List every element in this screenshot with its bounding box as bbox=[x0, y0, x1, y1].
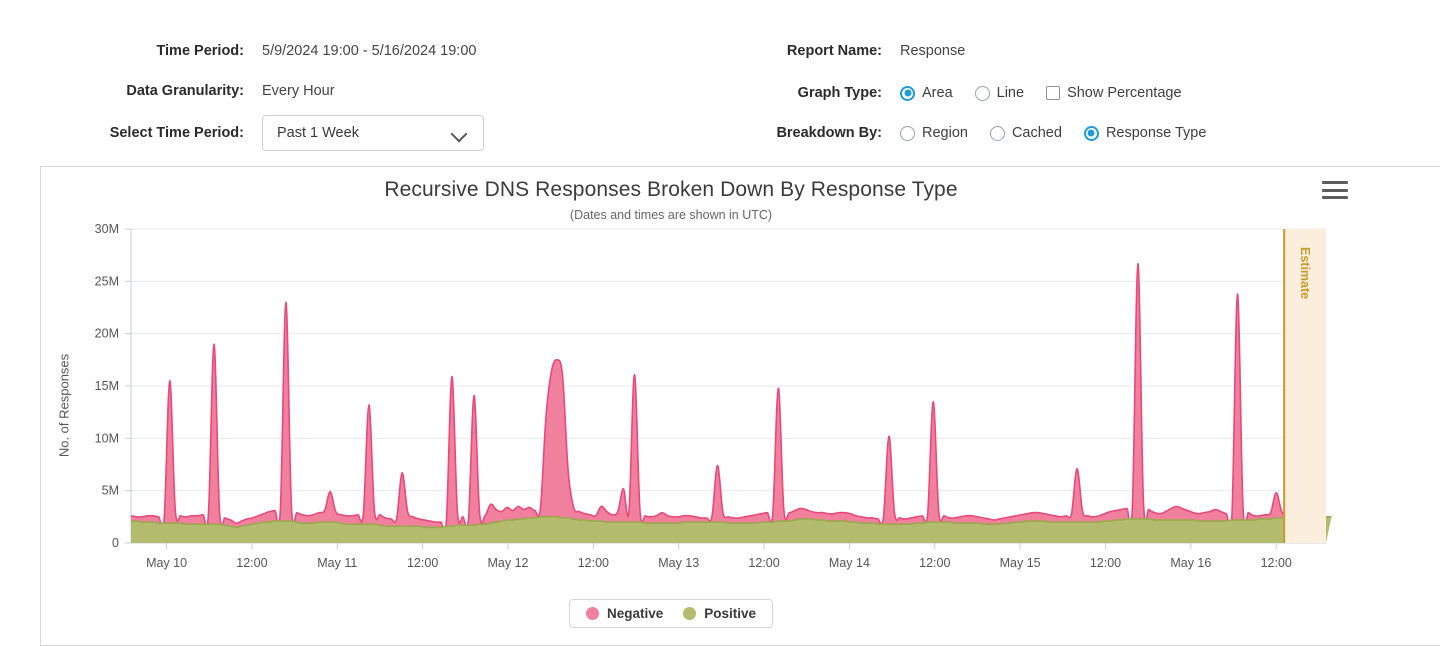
graph-type-option-line[interactable]: Line bbox=[975, 85, 1024, 101]
field-graph-type: Graph Type: Area Line Show Percentage bbox=[700, 80, 1400, 106]
x-axis-tick-label: May 13 bbox=[658, 556, 699, 570]
time-period-value: 5/9/2024 19:00 - 5/16/2024 19:00 bbox=[262, 43, 476, 59]
y-axis-tick-label: 15M bbox=[95, 379, 119, 393]
breakdown-by-radio-1[interactable] bbox=[990, 126, 1005, 141]
select-time-period-value: Past 1 Week bbox=[277, 125, 451, 141]
plot-area: No. of Responses 0 5M 10M 15M 20M 25M 30M Estim… bbox=[41, 223, 1440, 643]
x-axis-tick-label: May 12 bbox=[487, 556, 528, 570]
time-period-label: Time Period: bbox=[0, 43, 262, 59]
y-axis-tick-label: 10M bbox=[95, 431, 119, 445]
chart-panel: Recursive DNS Responses Broken Down By R… bbox=[40, 166, 1440, 646]
x-axis-tick-label: May 14 bbox=[829, 556, 870, 570]
legend-item-negative[interactable]: Negative bbox=[586, 606, 663, 621]
legend-label: Positive bbox=[704, 606, 756, 621]
graph-type-options: Area Line Show Percentage bbox=[900, 85, 1204, 101]
field-breakdown-by: Breakdown By: Region Cached Response Type bbox=[700, 120, 1400, 146]
x-axis-tick-label: 12:00 bbox=[407, 556, 438, 570]
graph-type-option-label: Area bbox=[922, 85, 953, 101]
report-page: Time Period: 5/9/2024 19:00 - 5/16/2024 … bbox=[0, 0, 1440, 646]
x-axis-tick-label: 12:00 bbox=[748, 556, 779, 570]
chart-legend: Negative Positive bbox=[41, 599, 1301, 628]
breakdown-by-radio-0[interactable] bbox=[900, 126, 915, 141]
report-name-label: Report Name: bbox=[700, 43, 900, 59]
area-chart: 0 5M 10M 15M 20M 25M 30M Estimate May 10 12:00 May… bbox=[41, 223, 1381, 623]
graph-type-radio-1[interactable] bbox=[975, 86, 990, 101]
graph-type-option-label: Show Percentage bbox=[1067, 85, 1181, 101]
field-select-time-period: Select Time Period: Past 1 Week bbox=[0, 120, 620, 146]
x-axis-tick-label: 12:00 bbox=[236, 556, 267, 570]
field-data-granularity: Data Granularity: Every Hour bbox=[0, 78, 620, 104]
y-axis-tick-label: 5M bbox=[102, 484, 119, 498]
x-axis-tick-label: 12:00 bbox=[919, 556, 950, 570]
legend-swatch-icon bbox=[683, 607, 696, 620]
y-axis-tick-label: 25M bbox=[95, 274, 119, 288]
x-axis-tick-label: 12:00 bbox=[1261, 556, 1292, 570]
data-granularity-value: Every Hour bbox=[262, 83, 335, 99]
select-time-period-label: Select Time Period: bbox=[0, 125, 262, 141]
graph-type-label: Graph Type: bbox=[700, 85, 900, 101]
breakdown-by-label: Breakdown By: bbox=[700, 125, 900, 141]
breakdown-by-option-cached[interactable]: Cached bbox=[990, 125, 1062, 141]
estimate-band-label: Estimate bbox=[1298, 247, 1312, 299]
legend-swatch-icon bbox=[586, 607, 599, 620]
breakdown-by-radio-2[interactable] bbox=[1084, 126, 1099, 141]
report-controls: Time Period: 5/9/2024 19:00 - 5/16/2024 … bbox=[0, 0, 1440, 160]
select-time-period-dropdown[interactable]: Past 1 Week bbox=[262, 115, 484, 151]
y-axis-tick-label: 30M bbox=[95, 223, 119, 236]
breakdown-by-option-label: Region bbox=[922, 125, 968, 141]
x-axis-tick-label: 12:00 bbox=[1090, 556, 1121, 570]
y-axis-tick-label: 20M bbox=[95, 327, 119, 341]
y-axis-title: No. of Responses bbox=[57, 256, 72, 556]
graph-type-checkbox-2[interactable] bbox=[1046, 86, 1060, 100]
data-granularity-label: Data Granularity: bbox=[0, 83, 262, 99]
y-axis-tick-label: 0 bbox=[112, 536, 119, 550]
graph-type-option-label: Line bbox=[997, 85, 1024, 101]
field-report-name: Report Name: Response bbox=[700, 38, 1400, 64]
x-axis-tick-label: May 15 bbox=[1000, 556, 1041, 570]
x-axis-tick-label: May 16 bbox=[1170, 556, 1211, 570]
chart-title: Recursive DNS Responses Broken Down By R… bbox=[41, 178, 1301, 202]
x-axis-tick-label: May 10 bbox=[146, 556, 187, 570]
x-axis-tick-label: May 11 bbox=[317, 556, 357, 570]
hamburger-menu-icon[interactable] bbox=[1322, 179, 1348, 201]
legend-label: Negative bbox=[607, 606, 663, 621]
breakdown-by-options: Region Cached Response Type bbox=[900, 125, 1228, 141]
breakdown-by-option-label: Cached bbox=[1012, 125, 1062, 141]
chart-subtitle: (Dates and times are shown in UTC) bbox=[41, 208, 1301, 222]
graph-type-radio-0[interactable] bbox=[900, 86, 915, 101]
report-name-value: Response bbox=[900, 43, 965, 59]
breakdown-by-option-label: Response Type bbox=[1106, 125, 1207, 141]
breakdown-by-option-response-type[interactable]: Response Type bbox=[1084, 125, 1207, 141]
breakdown-by-option-region[interactable]: Region bbox=[900, 125, 968, 141]
chevron-down-icon bbox=[451, 125, 467, 141]
graph-type-option-area[interactable]: Area bbox=[900, 85, 953, 101]
field-time-period: Time Period: 5/9/2024 19:00 - 5/16/2024 … bbox=[0, 38, 620, 64]
legend-item-positive[interactable]: Positive bbox=[683, 606, 756, 621]
x-axis-tick-label: 12:00 bbox=[578, 556, 609, 570]
graph-type-option-show-percentage[interactable]: Show Percentage bbox=[1046, 85, 1181, 101]
